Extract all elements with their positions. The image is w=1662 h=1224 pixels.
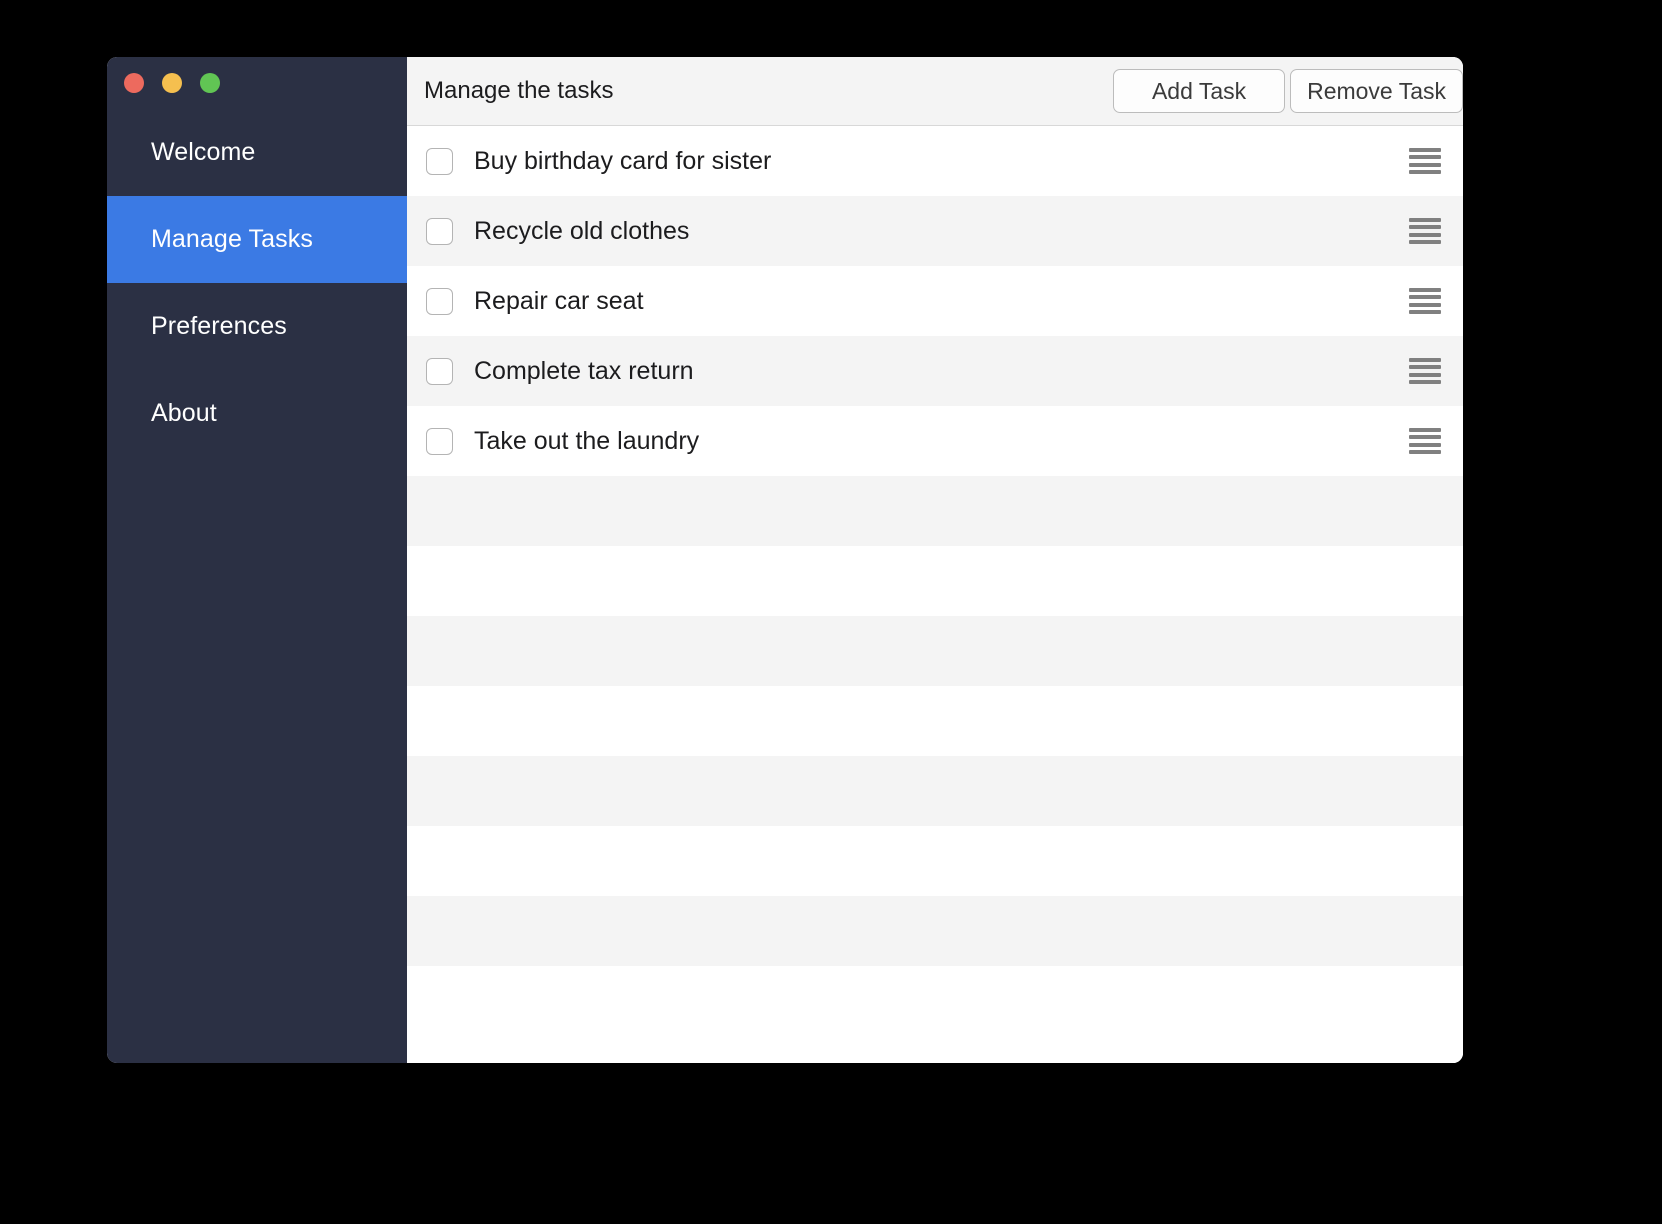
task-checkbox[interactable]	[426, 427, 453, 455]
main-content: Manage the tasks Add Task Remove Task Bu…	[407, 57, 1463, 1063]
sidebar-item-about[interactable]: About	[107, 370, 407, 457]
sidebar: Welcome Manage Tasks Preferences About	[107, 57, 407, 1063]
toolbar-actions: Add Task Remove Task	[1113, 69, 1463, 113]
desktop-background: Welcome Manage Tasks Preferences About M…	[0, 0, 1662, 1224]
empty-task-row	[407, 756, 1463, 826]
task-checkbox[interactable]	[426, 147, 453, 175]
sidebar-item-welcome[interactable]: Welcome	[107, 109, 407, 196]
sidebar-item-preferences[interactable]: Preferences	[107, 283, 407, 370]
remove-task-button[interactable]: Remove Task	[1290, 69, 1463, 113]
maximize-window-icon[interactable]	[200, 73, 220, 93]
task-row[interactable]: Recycle old clothes	[407, 196, 1463, 266]
drag-handle-icon[interactable]	[1409, 218, 1441, 244]
sidebar-item-label: Manage Tasks	[151, 225, 313, 253]
task-row[interactable]: Repair car seat	[407, 266, 1463, 336]
close-window-icon[interactable]	[124, 73, 144, 93]
empty-task-row	[407, 966, 1463, 1036]
drag-handle-icon[interactable]	[1409, 428, 1441, 454]
empty-task-row	[407, 616, 1463, 686]
task-row[interactable]: Take out the laundry	[407, 406, 1463, 476]
add-task-button[interactable]: Add Task	[1113, 69, 1286, 113]
empty-task-row	[407, 826, 1463, 896]
drag-handle-icon[interactable]	[1409, 358, 1441, 384]
task-label: Buy birthday card for sister	[474, 146, 772, 175]
task-label: Complete tax return	[474, 356, 694, 385]
task-list[interactable]: Buy birthday card for sister Recycle old…	[407, 126, 1463, 1063]
sidebar-item-label: About	[151, 399, 217, 427]
sidebar-item-label: Preferences	[151, 312, 287, 340]
task-row[interactable]: Complete tax return	[407, 336, 1463, 406]
task-label: Take out the laundry	[474, 426, 700, 455]
sidebar-item-label: Welcome	[151, 138, 256, 166]
task-label: Recycle old clothes	[474, 216, 690, 245]
sidebar-nav: Welcome Manage Tasks Preferences About	[107, 109, 407, 457]
empty-task-row	[407, 546, 1463, 616]
window-controls	[107, 57, 407, 109]
task-manager-window: Welcome Manage Tasks Preferences About M…	[107, 57, 1463, 1063]
drag-handle-icon[interactable]	[1409, 148, 1441, 174]
sidebar-item-manage-tasks[interactable]: Manage Tasks	[107, 196, 407, 283]
task-row[interactable]: Buy birthday card for sister	[407, 126, 1463, 196]
empty-task-row	[407, 896, 1463, 966]
task-checkbox[interactable]	[426, 357, 453, 385]
minimize-window-icon[interactable]	[162, 73, 182, 93]
toolbar: Manage the tasks Add Task Remove Task	[407, 57, 1463, 126]
task-label: Repair car seat	[474, 286, 644, 315]
empty-task-row	[407, 476, 1463, 546]
drag-handle-icon[interactable]	[1409, 288, 1441, 314]
task-checkbox[interactable]	[426, 287, 453, 315]
task-checkbox[interactable]	[426, 217, 453, 245]
page-title: Manage the tasks	[424, 77, 614, 104]
empty-task-row	[407, 686, 1463, 756]
